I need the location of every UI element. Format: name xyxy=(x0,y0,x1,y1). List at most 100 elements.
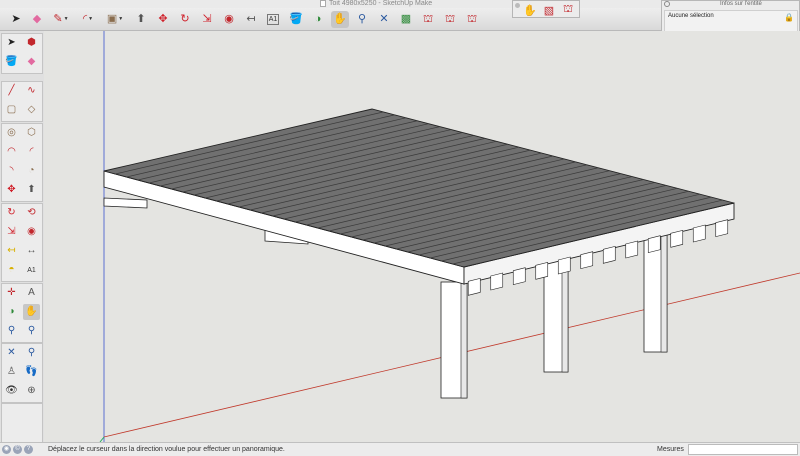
pan-hand-icon[interactable]: ✋ xyxy=(331,11,349,28)
offset-icon[interactable]: ◉ xyxy=(23,224,40,240)
push-pull-icon[interactable]: ⬆ xyxy=(132,11,150,28)
text-icon[interactable]: A1 xyxy=(23,262,40,278)
rotate-icon[interactable]: ↻ xyxy=(3,205,20,221)
move-icon[interactable]: ✥ xyxy=(3,182,20,198)
share-model-icon-glyph: ⛫ xyxy=(444,13,456,25)
extension-warehouse-icon[interactable]: ⛫ xyxy=(463,11,481,28)
eraser-icon[interactable]: ◆ xyxy=(28,11,46,28)
orbit-icon[interactable]: ◑ xyxy=(3,304,20,320)
post-front-side xyxy=(460,281,468,399)
joist-end xyxy=(535,261,549,280)
sandbox-stamp-icon[interactable]: ⛫ xyxy=(561,3,575,17)
two-point-arc-icon[interactable]: ◜ xyxy=(23,144,40,160)
window-title: Toit 4980x5250 - SketchUp Make xyxy=(320,0,432,8)
orbit-icon-glyph: ◑ xyxy=(314,13,322,25)
lock-icon[interactable]: 🔒 xyxy=(784,13,794,22)
walk-icon[interactable]: 👣 xyxy=(23,364,40,380)
axes-icon[interactable]: ✛ xyxy=(3,285,20,301)
side-beam-end-left xyxy=(103,197,148,209)
status-bar: ◉ © ? Déplacez le curseur dans la direct… xyxy=(0,442,800,456)
select-arrow-icon[interactable]: ➤ xyxy=(3,35,20,51)
joist-end xyxy=(647,235,661,254)
section-plane-icon[interactable]: ⊕ xyxy=(23,383,40,399)
warehouse-icon[interactable]: ⛫ xyxy=(419,11,437,28)
joist-end xyxy=(715,219,729,238)
credits-icon[interactable]: © xyxy=(13,445,22,454)
text-tool-icon[interactable]: A1 xyxy=(264,11,282,28)
scale-icon-glyph: ⇲ xyxy=(202,13,212,25)
drawing-canvas[interactable] xyxy=(44,31,800,442)
zoom-icon[interactable]: ⚲ xyxy=(3,323,20,339)
share-model-icon[interactable]: ⛫ xyxy=(441,11,459,28)
chevron-down-icon[interactable]: ▼ xyxy=(118,17,123,22)
close-dot-icon[interactable] xyxy=(515,3,520,8)
circle-icon[interactable]: ◎ xyxy=(3,125,20,141)
push-pull-icon-glyph: ⬆ xyxy=(136,13,146,25)
tool-group-7 xyxy=(1,403,43,444)
zoom-window-icon[interactable]: ✕ xyxy=(375,11,393,28)
look-around-icon[interactable]: 👁 xyxy=(3,383,20,399)
rectangle-shape-icon[interactable]: ▣ ▼ xyxy=(106,11,124,28)
measures-input[interactable] xyxy=(688,444,798,455)
joist-end xyxy=(467,277,481,296)
position-camera-icon[interactable]: ♙ xyxy=(3,364,20,380)
select-arrow-icon-glyph: ➤ xyxy=(11,13,21,25)
chevron-down-icon[interactable]: ▼ xyxy=(88,17,93,22)
tape-measure-icon[interactable]: ↤ xyxy=(3,243,20,259)
tape-measure-icon[interactable]: ↤ xyxy=(242,11,260,28)
pencil-line-icon[interactable]: ✎ ▼ xyxy=(52,11,70,28)
orbit-icon[interactable]: ◑ xyxy=(309,11,327,28)
sandbox-from-contours-icon[interactable]: ✋ xyxy=(523,3,537,17)
3d-text-icon[interactable]: A xyxy=(23,285,40,301)
line-icon[interactable]: ╱ xyxy=(3,83,20,99)
dimension-icon[interactable]: ↔ xyxy=(23,243,40,259)
rotate-icon[interactable]: ↻ xyxy=(176,11,194,28)
help-icon[interactable]: ? xyxy=(24,445,33,454)
protractor-icon[interactable]: ◓ xyxy=(3,262,20,278)
paint-bucket-icon[interactable]: 🪣 xyxy=(3,54,20,70)
eraser-icon[interactable]: ◆ xyxy=(23,54,40,70)
push-pull-icon[interactable]: ⬆ xyxy=(23,182,40,198)
arc-icon[interactable]: ◠ xyxy=(3,144,20,160)
zoom-icon[interactable]: ⚲ xyxy=(353,11,371,28)
select-arrow-icon[interactable]: ➤ xyxy=(7,11,25,28)
post-back-side xyxy=(660,231,668,353)
rectangle-icon[interactable]: ▢ xyxy=(3,102,20,118)
move-icon[interactable]: ✥ xyxy=(154,11,172,28)
freehand-icon[interactable]: ∿ xyxy=(23,83,40,99)
panel-header: Infos sur l'entité xyxy=(662,1,800,9)
follow-me-icon[interactable]: ⟲ xyxy=(23,205,40,221)
panel-close-icon[interactable] xyxy=(664,1,670,7)
three-point-arc-icon[interactable]: ◝ xyxy=(3,163,20,179)
floating-toolbar[interactable]: ✋ ▧ ⛫ xyxy=(512,0,580,18)
eraser-icon-glyph: ◆ xyxy=(32,13,42,25)
model-viewport[interactable] xyxy=(44,31,800,442)
paint-bucket-icon[interactable]: 🪣 xyxy=(287,11,305,28)
pie-icon[interactable]: ◔ xyxy=(23,163,40,179)
zoom-extents-icon[interactable]: ▩ xyxy=(397,11,415,28)
offset-icon[interactable]: ◉ xyxy=(220,11,238,28)
offset-icon-glyph: ◉ xyxy=(224,13,234,25)
scale-icon[interactable]: ⇲ xyxy=(3,224,20,240)
scale-icon[interactable]: ⇲ xyxy=(198,11,216,28)
zoom-window-icon-glyph: ✕ xyxy=(379,13,389,25)
make-component-icon[interactable]: ⬢ xyxy=(23,35,40,51)
previous-view-icon[interactable]: ⚲ xyxy=(23,345,40,361)
document-icon xyxy=(320,0,326,7)
arc-icon[interactable]: ◜ ▼ xyxy=(79,11,97,28)
chevron-down-icon[interactable]: ▼ xyxy=(64,17,69,22)
paint-bucket-icon-glyph: 🪣 xyxy=(289,13,303,25)
status-message: Déplacez le curseur dans la direction vo… xyxy=(48,446,285,453)
zoom-icon-glyph: ⚲ xyxy=(357,13,367,25)
polygon-icon[interactable]: ⬡ xyxy=(23,125,40,141)
move-icon-glyph: ✥ xyxy=(158,13,168,25)
zoom-window-icon[interactable]: ⚲ xyxy=(23,323,40,339)
zoom-extents-icon-glyph: ▩ xyxy=(400,13,412,25)
sandbox-smoove-icon[interactable]: ▧ xyxy=(542,3,556,17)
rectangle-shape-icon-glyph: ▣ xyxy=(106,13,118,25)
pan-hand-icon[interactable]: ✋ xyxy=(23,304,40,320)
rotated-rectangle-icon[interactable]: ◇ xyxy=(23,102,40,118)
text-tool-icon-glyph: A1 xyxy=(266,14,280,25)
geo-location-icon[interactable]: ◉ xyxy=(2,445,11,454)
zoom-extents-icon[interactable]: ✕ xyxy=(3,345,20,361)
